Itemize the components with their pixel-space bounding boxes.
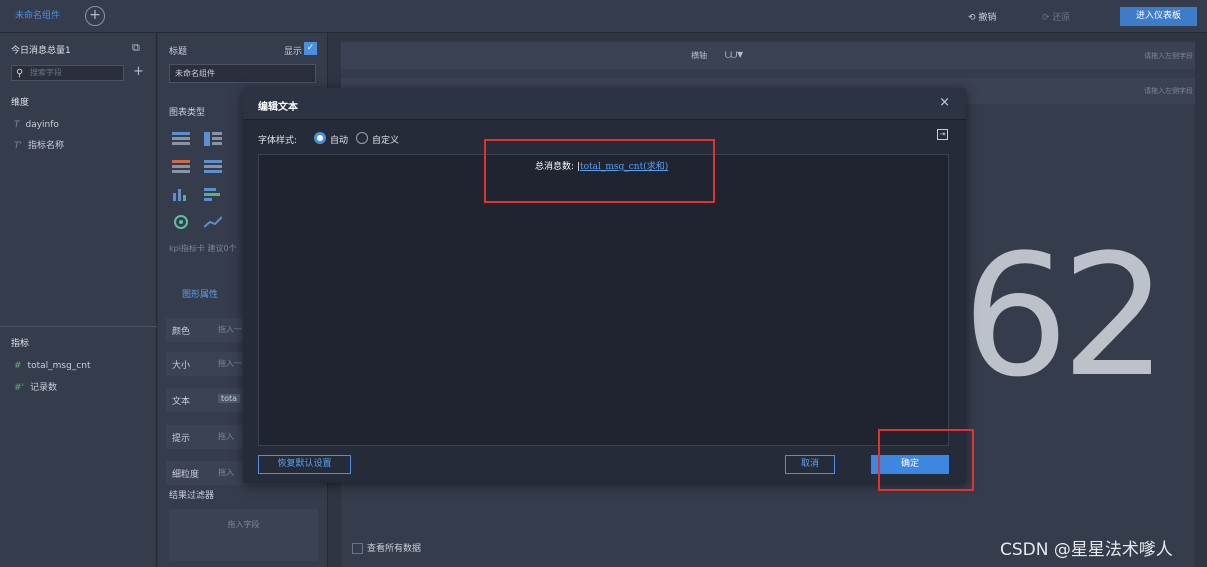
stacked-bar-icon[interactable] (204, 187, 222, 201)
grouped-table-icon[interactable] (204, 160, 222, 174)
panel-divider[interactable] (0, 326, 157, 327)
data-field-panel: 今日消息总量1 ⧉ ⚲ 搜索字段 + 维度 Tdayinfo T' 指标名称 指标… (0, 33, 157, 567)
graph-properties-tab[interactable]: 图形属性 (182, 287, 218, 300)
show-title-label: 显示 (284, 47, 303, 57)
metric-item-record-count[interactable]: #' 记录数 (14, 380, 57, 393)
highlight-box-confirm (878, 429, 974, 491)
x-axis-dropzone[interactable]: 横轴 ⩊▾ 请拖入左侧字段 (341, 43, 1195, 69)
axis-sort-icon[interactable]: ⩊▾ (725, 47, 743, 62)
radio-auto-label[interactable]: 自动 (330, 133, 348, 146)
result-filter-dropzone[interactable]: 拖入字段 (169, 509, 318, 561)
title-label: 标题 (169, 47, 188, 57)
radio-custom-label[interactable]: 自定义 (372, 133, 399, 146)
redo-button[interactable]: ⟳ 还原 (1042, 10, 1070, 23)
close-icon[interactable]: × (939, 95, 950, 110)
bar-chart-icon[interactable] (172, 187, 190, 201)
number-field-icon: # (14, 361, 22, 371)
radio-auto[interactable] (314, 132, 326, 144)
font-style-label: 字体样式: (258, 136, 298, 146)
field-search-input[interactable]: ⚲ 搜索字段 (11, 65, 124, 81)
undo-button[interactable]: ⟲ 撤销 (968, 10, 996, 23)
dataset-title: 今日消息总量1 (11, 46, 71, 56)
metric-item-total-msg-cnt[interactable]: # total_msg_cnt (14, 361, 90, 371)
radio-custom[interactable] (356, 132, 368, 144)
number-field-icon: #' (14, 383, 25, 393)
cross-table-icon[interactable] (204, 132, 222, 146)
component-title-input[interactable]: 未命名组件 (169, 64, 316, 83)
detail-table-icon[interactable] (172, 160, 190, 174)
search-icon: ⚲ (16, 68, 24, 79)
line-chart-icon[interactable] (204, 215, 222, 229)
insert-field-icon[interactable]: ⇥ (937, 129, 948, 140)
dialog-title: 编辑文本 (258, 102, 298, 113)
x-axis-hint: 请拖入左侧字段 (1144, 52, 1193, 60)
add-field-icon[interactable]: + (133, 64, 144, 79)
highlight-box-editor (484, 139, 715, 203)
reset-default-button[interactable]: 恢复默认设置 (258, 455, 351, 474)
chart-type-label: 图表类型 (169, 108, 206, 118)
dimension-item-dayinfo[interactable]: Tdayinfo (14, 120, 59, 130)
dimension-section-title: 维度 (11, 98, 30, 108)
tab-unnamed-component[interactable]: 未命名组件 (0, 0, 80, 33)
add-tab-icon[interactable]: + (85, 6, 105, 26)
view-all-data-checkbox[interactable]: 查看所有数据 (352, 541, 421, 554)
enter-dashboard-button[interactable]: 进入仪表板 (1120, 7, 1197, 26)
watermark: CSDN @星星法术嗲人 (1000, 540, 1173, 560)
result-filter-title: 结果过滤器 (169, 491, 215, 501)
top-bar: 未命名组件 + ⟲ 撤销 ⟳ 还原 进入仪表板 (0, 0, 1207, 33)
dialog-header: 编辑文本 × (243, 88, 966, 120)
y-axis-hint: 请拖入左侧字段 (1144, 87, 1193, 95)
kpi-card-icon[interactable] (172, 215, 190, 229)
text-field-icon: T (14, 120, 20, 130)
text-field-icon: T' (14, 141, 22, 151)
show-title-checkbox[interactable]: ✓ (304, 42, 317, 55)
table-chart-icon[interactable] (172, 132, 190, 146)
cancel-button[interactable]: 取消 (785, 455, 835, 474)
kpi-hint: kpi指标卡 建议0个 (169, 244, 237, 253)
dimension-item-metric-name[interactable]: T' 指标名称 (14, 138, 64, 151)
metric-section-title: 指标 (11, 339, 30, 349)
undo-icon: ⟲ (968, 13, 979, 23)
kpi-value: 62 (962, 218, 1168, 414)
switch-dataset-icon[interactable]: ⧉ (132, 41, 140, 55)
x-axis-label: 横轴 (691, 51, 707, 60)
redo-icon: ⟳ (1042, 13, 1053, 23)
checkbox-icon (352, 543, 363, 554)
